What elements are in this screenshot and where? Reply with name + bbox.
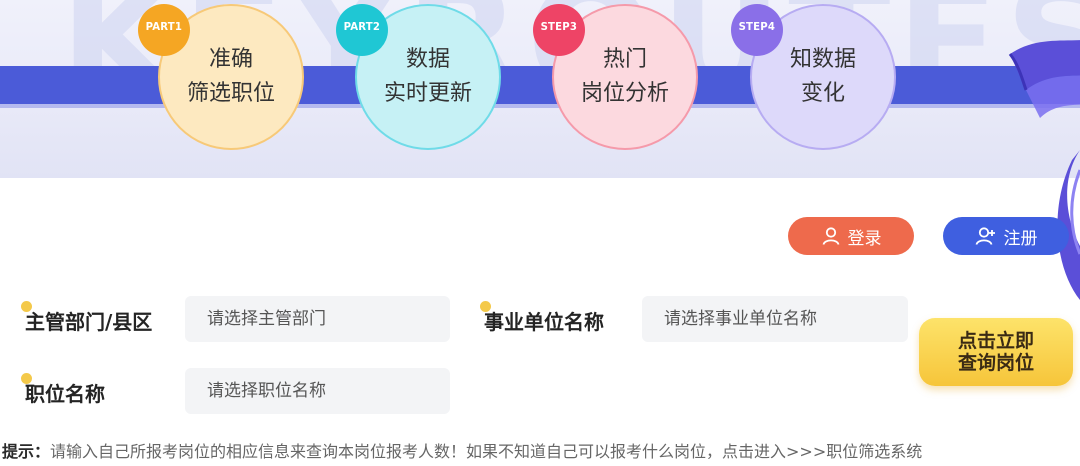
dept-input[interactable] bbox=[207, 309, 450, 329]
register-button[interactable]: 注册 bbox=[943, 217, 1069, 255]
step-3-line-1: 热门 bbox=[602, 47, 647, 72]
unit-label: 事业单位名称 bbox=[484, 310, 604, 334]
position-input[interactable] bbox=[207, 381, 450, 401]
step-2-badge-label: PART2 bbox=[343, 19, 381, 33]
step-4-line-1: 知数据 bbox=[789, 47, 856, 72]
step-4-badge-label: STEP4 bbox=[738, 19, 776, 33]
user-icon bbox=[822, 227, 839, 245]
query-button-line-2: 查询岗位 bbox=[957, 352, 1034, 374]
position-select[interactable] bbox=[185, 368, 450, 414]
hint-text: 提示：请输入自己所报考岗位的相应信息来查询本岗位报考人数！如果不知道自己可以报考… bbox=[2, 438, 922, 462]
position-label: 职位名称 bbox=[25, 382, 105, 406]
step-3-badge: STEP3 bbox=[533, 4, 585, 56]
user-plus-icon bbox=[975, 227, 995, 245]
step-4-line-2: 变化 bbox=[800, 81, 845, 106]
step-1-line-2: 筛选职位 bbox=[186, 81, 275, 106]
unit-input[interactable] bbox=[664, 309, 908, 329]
step-2-line-1: 数据 bbox=[405, 47, 450, 72]
hint-body[interactable]: 请输入自己所报考岗位的相应信息来查询本岗位报考人数！如果不知道自己可以报考什么岗… bbox=[50, 442, 922, 461]
login-label: 登录 bbox=[847, 228, 882, 249]
banner: KEYROUTES 准确 筛选职位 PART1 数据 实时更新 PART2 热门… bbox=[0, 0, 1080, 178]
step-3-badge-label: STEP3 bbox=[540, 19, 578, 33]
login-button[interactable]: 登录 bbox=[788, 217, 914, 255]
register-label: 注册 bbox=[1003, 228, 1038, 249]
query-button-line-1: 点击立即 bbox=[957, 330, 1034, 352]
dept-label: 主管部门/县区 bbox=[25, 310, 153, 334]
step-3-line-2: 岗位分析 bbox=[580, 81, 669, 106]
banner-stripe-shadow bbox=[0, 104, 1080, 108]
unit-select[interactable] bbox=[642, 296, 908, 342]
step-4-badge: STEP4 bbox=[731, 4, 783, 56]
step-1-line-1: 准确 bbox=[208, 47, 253, 72]
step-1-badge: PART1 bbox=[138, 4, 190, 56]
step-2-badge: PART2 bbox=[336, 4, 388, 56]
hint-prefix: 提示： bbox=[2, 442, 51, 461]
dept-select[interactable] bbox=[185, 296, 450, 342]
query-position-button[interactable]: 点击立即 查询岗位 bbox=[919, 318, 1073, 386]
ribbon-decoration bbox=[1008, 40, 1080, 118]
step-2-line-2: 实时更新 bbox=[383, 81, 472, 106]
step-1-badge-label: PART1 bbox=[145, 19, 183, 33]
